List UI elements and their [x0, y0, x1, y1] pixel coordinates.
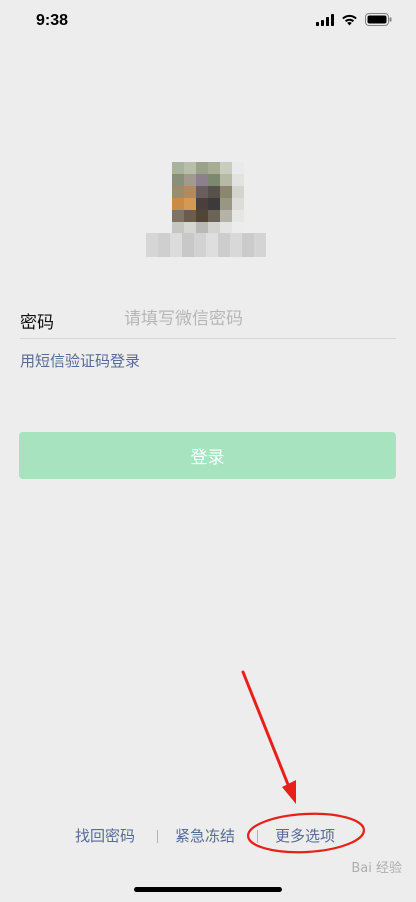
annotation-arrowhead-icon	[282, 780, 296, 804]
wifi-icon	[342, 14, 357, 25]
sms-login-link[interactable]: 用短信验证码登录	[20, 350, 140, 371]
account-name-blurred	[146, 233, 270, 259]
password-row: 密码	[20, 302, 396, 339]
more-options-link[interactable]: 更多选项	[275, 825, 335, 846]
login-button[interactable]: 登录	[19, 432, 396, 479]
status-bar: 9:38	[0, 0, 416, 44]
home-indicator	[134, 887, 282, 892]
annotation-arrow-icon	[241, 670, 293, 794]
signal-icon	[316, 13, 334, 26]
bottom-links: 找回密码 紧急冻结 更多选项	[0, 824, 416, 848]
battery-icon	[365, 13, 392, 26]
status-icons	[316, 13, 392, 26]
divider	[157, 830, 158, 843]
watermark: Bai 经验	[351, 861, 402, 876]
status-time: 9:38	[36, 12, 69, 29]
divider	[257, 830, 258, 843]
emergency-freeze-link[interactable]: 紧急冻结	[175, 825, 235, 846]
password-input[interactable]	[124, 304, 394, 334]
password-label: 密码	[20, 313, 54, 333]
recover-password-link[interactable]: 找回密码	[75, 825, 135, 846]
avatar	[172, 162, 244, 234]
